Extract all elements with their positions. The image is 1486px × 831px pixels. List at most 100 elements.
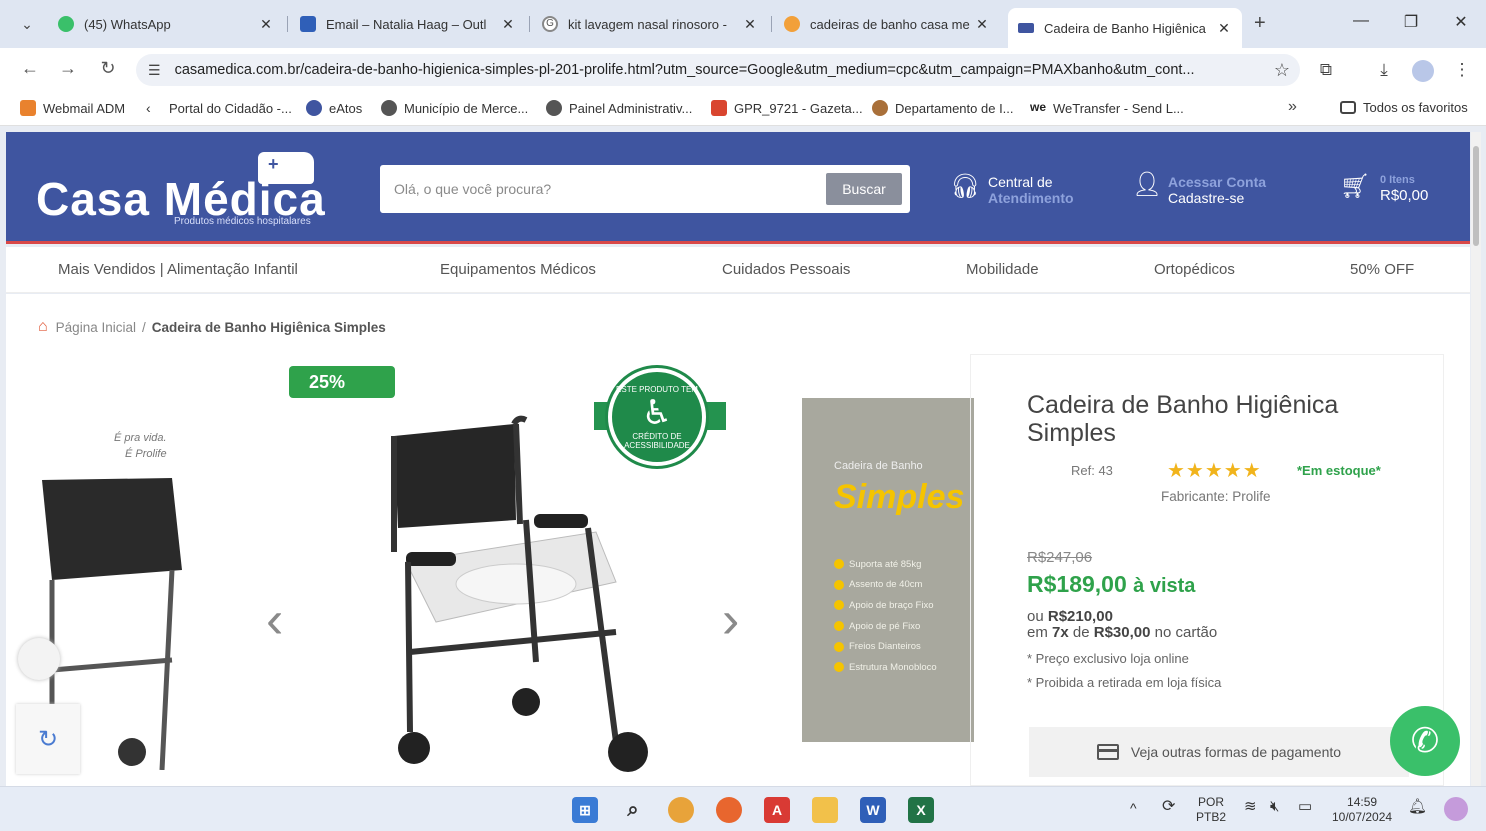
close-tab-icon[interactable]: ✕ [1216, 20, 1232, 37]
promo-feature: Freios Dianteiros [834, 636, 937, 657]
notifications-icon[interactable]: 🔔︎ [1408, 799, 1427, 814]
close-tab-icon[interactable]: ✕ [742, 16, 758, 33]
bookmark-painel[interactable]: Painel Administrativ... [546, 100, 692, 116]
all-bookmarks-folder[interactable]: Todos os favoritos [1340, 100, 1468, 115]
page-scrollbar[interactable] [1471, 132, 1481, 786]
tab-google-shopping[interactable]: cadeiras de banho casa me ✕ [774, 8, 1000, 40]
gallery-next-icon[interactable]: › [722, 590, 739, 650]
windows-start-icon[interactable]: ⊞ [572, 797, 598, 823]
prolife-tagline: É pra vida. É Prolife [114, 432, 167, 460]
breadcrumb-current: Cadeira de Banho Higiênica Simples [151, 319, 386, 335]
thumbnail-dot[interactable] [18, 638, 60, 680]
minimize-icon[interactable]: — [1346, 12, 1376, 30]
close-window-icon[interactable]: ✕ [1446, 12, 1476, 32]
site-header: Casa Médica Produtos médicos hospitalare… [6, 132, 1470, 244]
bookmark-star-icon[interactable]: ☆ [1264, 60, 1300, 81]
payment-options-button[interactable]: Veja outras formas de pagamento [1029, 727, 1409, 777]
gazeta-icon [711, 100, 727, 116]
reload-icon[interactable]: ↻ [96, 58, 120, 79]
more-bookmarks-icon[interactable]: » [1288, 98, 1297, 116]
new-tab-icon[interactable]: + [1254, 12, 1266, 35]
tab-search-icon[interactable]: ⌄ [14, 12, 40, 36]
back-icon[interactable]: ← [18, 58, 42, 79]
webmail-icon [20, 100, 36, 116]
bookmark-departamento[interactable]: Departamento de I... [872, 100, 1014, 116]
bookmark-eatos[interactable]: eAtos [306, 100, 362, 116]
close-tab-icon[interactable]: ✕ [500, 16, 516, 33]
battery-icon[interactable]: ▭ [1298, 799, 1312, 814]
bookmark-portal-cidadao[interactable]: ‹ Portal do Cidadão -... [146, 100, 292, 116]
tab-google-search[interactable]: G kit lavagem nasal rinosoro - ✕ [532, 8, 768, 40]
chrome-icon[interactable] [668, 797, 694, 823]
search-button[interactable]: Buscar [826, 173, 902, 205]
address-bar[interactable]: ☰ casamedica.com.br/cadeira-de-banho-hig… [136, 54, 1300, 86]
language-indicator[interactable]: POR PTB2 [1196, 795, 1226, 825]
tray-chevron-icon[interactable]: ^ [1130, 801, 1137, 816]
main-product-image[interactable] [366, 412, 686, 782]
gallery-prev-icon[interactable]: ‹ [266, 590, 283, 650]
account-link[interactable]: Acessar Conta Cadastre-se [1168, 174, 1266, 206]
rating-stars[interactable]: ★★★★★ [1167, 458, 1262, 483]
promo-feature-list: Suporta até 85kg Assento de 40cm Apoio d… [834, 554, 937, 678]
site-info-icon[interactable]: ☰ [148, 62, 161, 79]
support-link[interactable]: Central de Atendimento [988, 174, 1074, 206]
download-icon[interactable]: ⤓ [1372, 60, 1396, 80]
tab-outlook[interactable]: Email – Natalia Haag – Outl ✕ [290, 8, 526, 40]
profile-avatar[interactable] [1412, 60, 1434, 82]
word-icon[interactable]: W [860, 797, 886, 823]
bookmark-webmail[interactable]: Webmail ADM [20, 100, 125, 116]
category-cuidados[interactable]: Cuidados Pessoais [722, 261, 850, 278]
promo-feature: Suporta até 85kg [834, 554, 937, 575]
home-icon[interactable]: ⌂ [38, 318, 48, 336]
product-title: Cadeira de Banho Higiênica Simples [1027, 391, 1339, 447]
file-explorer-icon[interactable] [812, 797, 838, 823]
sync-icon[interactable]: ⟳ [1162, 799, 1175, 815]
wetransfer-icon: we [1030, 100, 1047, 114]
category-50-off[interactable]: 50% OFF [1350, 261, 1414, 278]
category-ortopedicos[interactable]: Ortopédicos [1154, 261, 1235, 278]
recaptcha-badge-icon: ↻ [16, 704, 80, 774]
cart-summary[interactable]: 0 Itens R$0,00 [1380, 172, 1428, 204]
category-mobilidade[interactable]: Mobilidade [966, 261, 1039, 278]
department-icon [872, 100, 888, 116]
breadcrumb: ⌂ Página Inicial / Cadeira de Banho Higi… [38, 318, 386, 336]
bookmark-wetransfer[interactable]: we WeTransfer - Send L... [1030, 100, 1184, 116]
search-input[interactable] [394, 177, 814, 201]
product-page: ⌂ Página Inicial / Cadeira de Banho Higi… [6, 294, 1470, 786]
promo-image-card[interactable]: Cadeira de Banho Simples Suporta até 85k… [802, 398, 974, 742]
category-mais-vendidos[interactable]: Mais Vendidos | Alimentação Infantil [58, 261, 298, 278]
browser-tab-strip: ⌄ (45) WhatsApp ✕ Email – Natalia Haag –… [0, 0, 1486, 48]
clock[interactable]: 14:59 10/07/2024 [1332, 795, 1392, 825]
menu-dots-icon[interactable]: ⋮ [1450, 60, 1474, 80]
close-tab-icon[interactable]: ✕ [258, 16, 274, 33]
product-ref: Ref: 43 [1071, 463, 1113, 478]
folder-icon [1340, 101, 1356, 114]
breadcrumb-home[interactable]: Página Inicial [56, 320, 136, 335]
whatsapp-tab-icon [58, 16, 74, 32]
firefox-icon[interactable] [716, 797, 742, 823]
copilot-icon[interactable] [1444, 797, 1468, 821]
extensions-icon[interactable]: ⧉ [1314, 60, 1338, 80]
bookmark-gpr[interactable]: GPR_9721 - Gazeta... [711, 100, 863, 116]
tab-casa-medica[interactable]: Cadeira de Banho Higiênica ✕ [1008, 8, 1242, 48]
acrobat-icon[interactable]: A [764, 797, 790, 823]
category-equipamentos[interactable]: Equipamentos Médicos [440, 261, 596, 278]
excel-icon[interactable]: X [908, 797, 934, 823]
shopping-tab-icon [784, 16, 800, 32]
restore-icon[interactable]: ❐ [1396, 12, 1426, 32]
search-icon[interactable]: ⌕ [620, 797, 646, 823]
cart-icon[interactable]: 🛒︎ [1340, 172, 1370, 201]
user-icon: 👤︎ [1132, 171, 1163, 198]
forward-icon[interactable]: → [56, 58, 80, 79]
close-tab-icon[interactable]: ✕ [974, 16, 990, 33]
online-only-note: * Preço exclusivo loja online [1027, 651, 1189, 666]
google-tab-icon: G [542, 16, 558, 32]
volume-muted-icon[interactable]: 🔇︎ [1270, 799, 1279, 814]
wifi-icon[interactable]: ≋ [1244, 799, 1257, 814]
no-pickup-note: * Proibida a retirada em loja física [1027, 675, 1222, 690]
tab-whatsapp[interactable]: (45) WhatsApp ✕ [48, 8, 284, 40]
promo-feature: Apoio de braço Fixo [834, 595, 937, 616]
whatsapp-chat-icon[interactable]: ✆ [1390, 706, 1460, 776]
bookmark-municipio[interactable]: Município de Merce... [381, 100, 528, 116]
browser-toolbar: ← → ↻ ☰ casamedica.com.br/cadeira-de-ban… [0, 48, 1486, 92]
